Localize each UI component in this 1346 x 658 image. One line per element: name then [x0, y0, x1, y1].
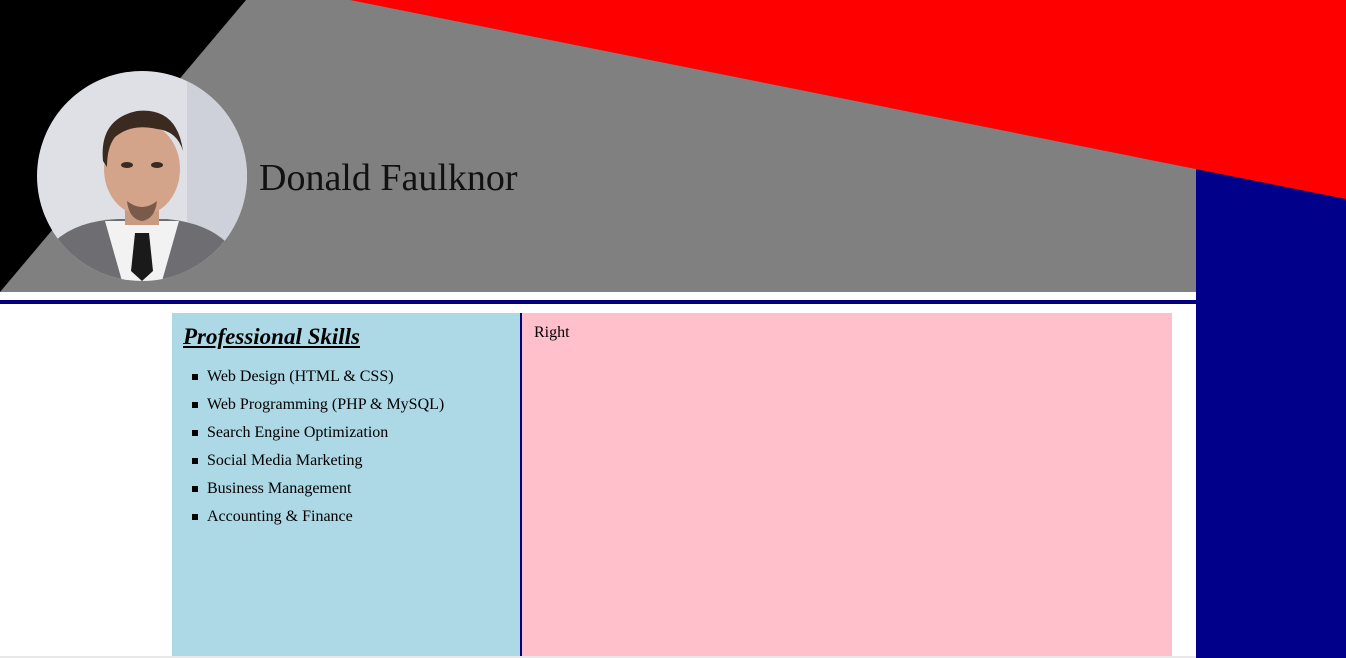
list-item: Search Engine Optimization — [191, 419, 444, 447]
list-item: Social Media Marketing — [191, 447, 444, 475]
avatar — [37, 71, 247, 281]
header-divider-white — [0, 292, 1196, 300]
list-item: Accounting & Finance — [191, 503, 444, 531]
skills-panel: Professional Skills Web Design (HTML & C… — [172, 313, 522, 658]
list-item: Web Design (HTML & CSS) — [191, 363, 444, 391]
list-item: Web Programming (PHP & MySQL) — [191, 391, 444, 419]
page-title: Donald Faulknor — [259, 157, 518, 199]
main-content: Professional Skills Web Design (HTML & C… — [0, 304, 1196, 658]
skills-list: Web Design (HTML & CSS) Web Programming … — [191, 363, 444, 531]
right-panel: Right — [522, 313, 1172, 658]
list-item: Business Management — [191, 475, 444, 503]
right-panel-text: Right — [534, 324, 570, 341]
skills-heading: Professional Skills — [183, 324, 361, 349]
profile-photo-icon — [37, 71, 247, 281]
